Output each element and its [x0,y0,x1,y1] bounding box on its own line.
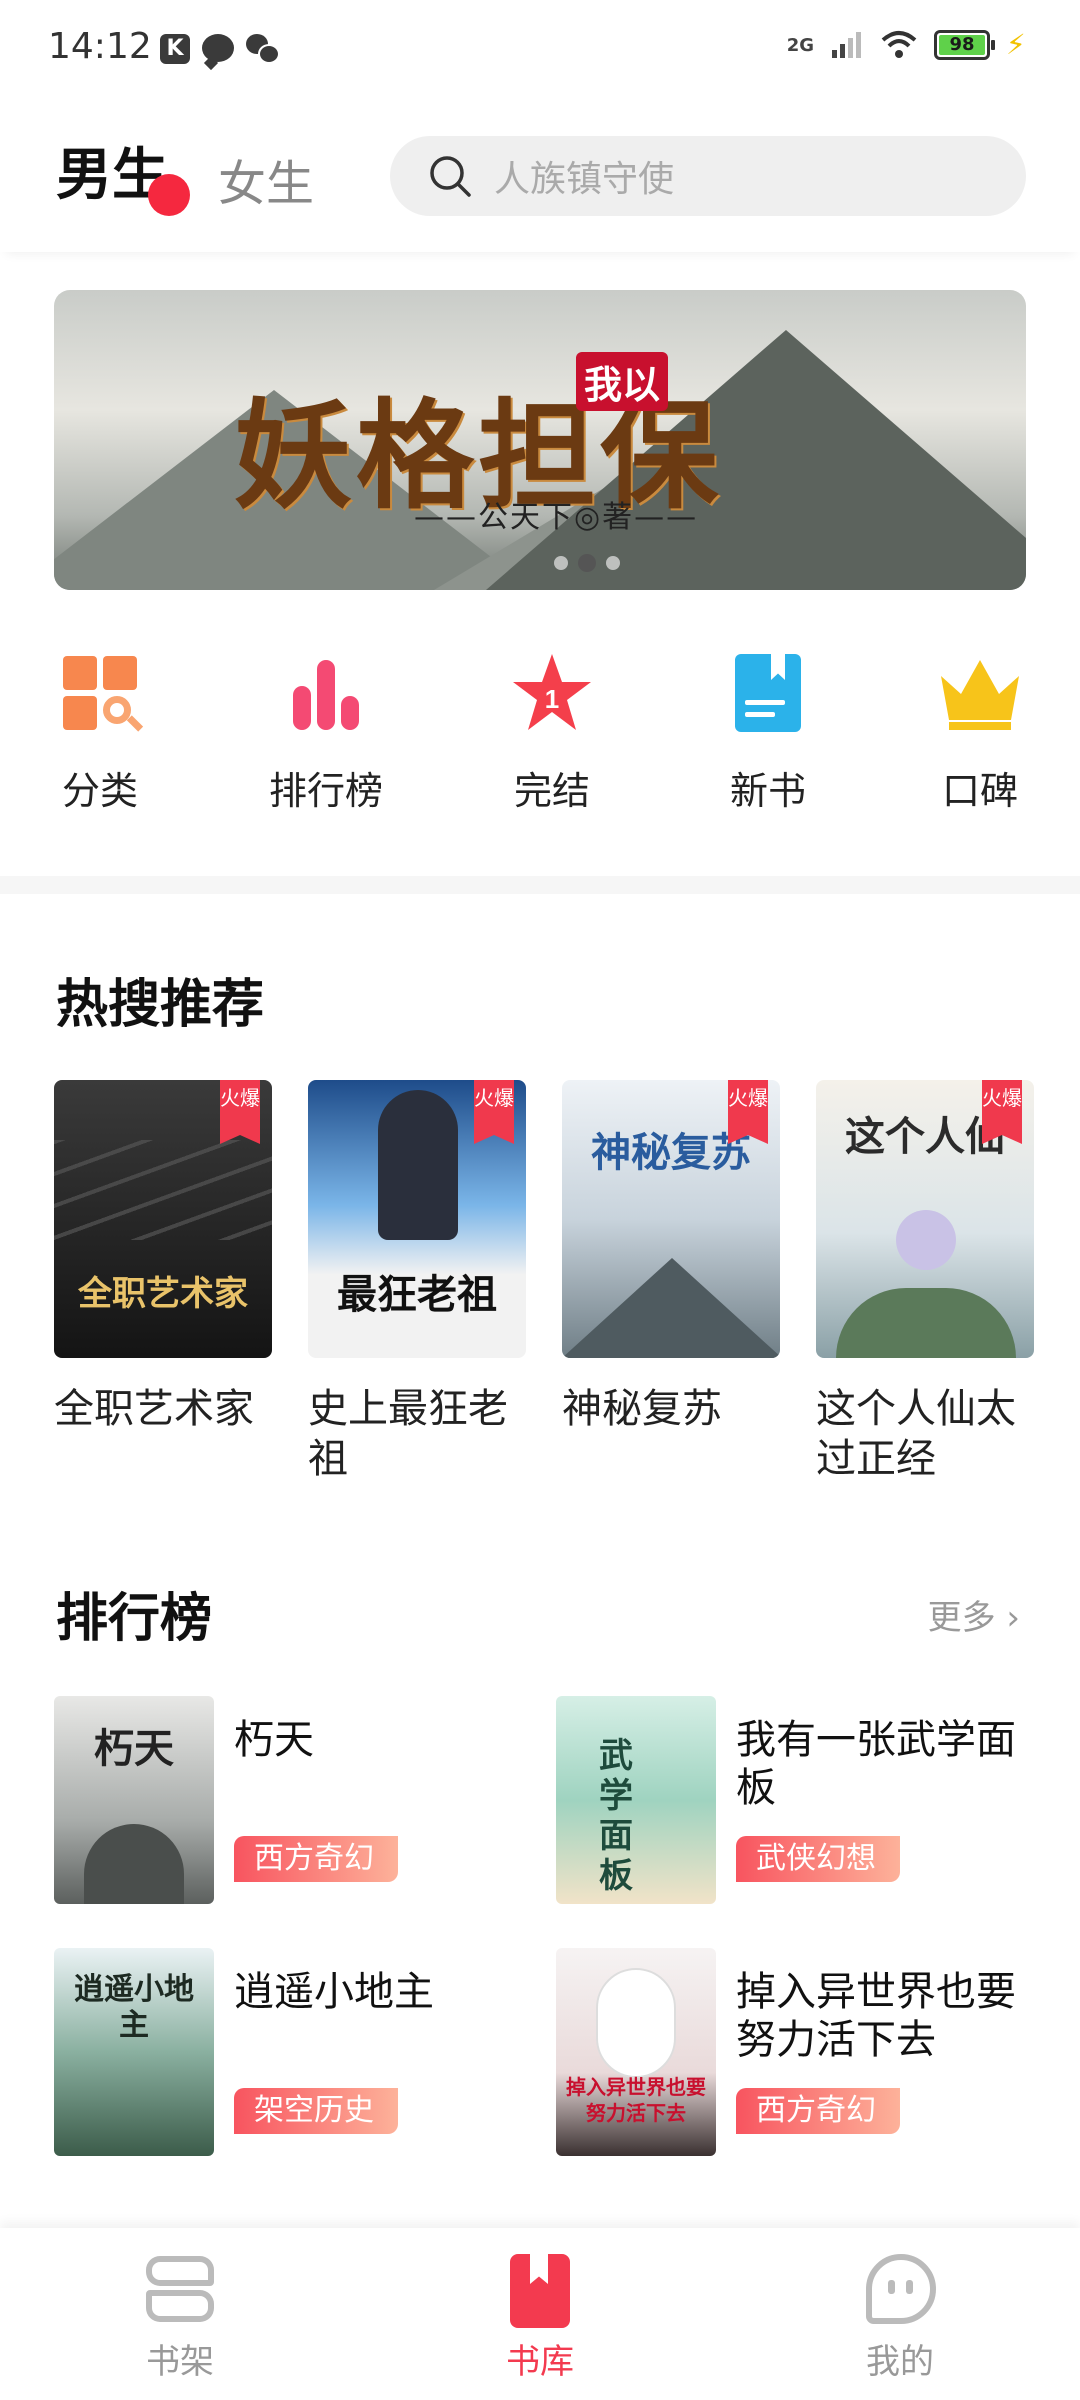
status-right: 2G 98 ⚡ [787,30,1032,60]
book-cover: 掉入异世界也要努力活下去 [556,1948,716,2156]
hot-badge: 火爆 [728,1080,768,1144]
hot-badge: 火爆 [220,1080,260,1144]
grid-search-icon [57,650,144,736]
book-title: 逍遥小地主 [234,1969,434,2015]
more-label: 更多 [927,1598,996,1638]
more-link[interactable]: 更多 › [928,1590,1020,1639]
book-cover: 神秘复苏 火爆 [562,1080,780,1358]
nav-profile[interactable]: 我的 [810,2250,990,2383]
category-finished[interactable]: 1 完结 [472,650,632,815]
category-new-books[interactable]: 新书 [688,650,848,815]
star-badge-icon: 1 [509,650,595,736]
book-cover: 逍遥小地主 [54,1948,214,2156]
library-book-icon [502,2250,578,2328]
signal-icon [832,32,861,58]
book-name: 这个人仙太过正经 [816,1386,1016,1482]
category-row: 分类 排行榜 1 完结 新书 口碑 [0,650,1080,830]
hot-book-card[interactable]: 全职艺术家 火爆 全职艺术家 [54,1080,272,1434]
section-divider [0,876,1080,894]
nav-bookshelf[interactable]: 书架 [90,2250,270,2383]
nav-library[interactable]: 书库 [450,2250,630,2383]
category-label: 完结 [513,769,590,813]
category-label: 新书 [729,769,806,813]
charging-icon: ⚡ [1006,28,1026,61]
category-label: 分类 [61,769,138,813]
book-name: 全职艺术家 [54,1386,254,1432]
nav-label: 我的 [866,2342,934,2382]
promo-banner[interactable]: 妖格担保 我以 ——公天下◎著—— [54,290,1026,590]
category-classify[interactable]: 分类 [20,650,180,815]
book-title: 我有一张武学面板 [736,1717,1016,1811]
book-name: 史上最狂老祖 [308,1386,508,1482]
nav-label: 书架 [146,2342,214,2382]
message-icon [202,34,234,62]
battery-level: 98 [939,35,985,55]
book-title: 掉入异世界也要努力活下去 [736,1969,1016,2063]
category-label: 口碑 [941,769,1018,813]
banner-author: ——公天下◎著—— [414,500,699,535]
category-ranking[interactable]: 排行榜 [246,650,406,815]
hot-book-card[interactable]: 最狂老祖 火爆 史上最狂老祖 [308,1080,526,1484]
search-icon [430,156,471,197]
ranking-title: 排行榜 [56,1589,213,1649]
nav-label: 书库 [506,2342,574,2382]
genre-tag: 西方奇幻 [234,1836,398,1882]
search-placeholder: 人族镇守使 [494,159,675,200]
book-title: 朽天 [234,1717,314,1763]
category-reputation[interactable]: 口碑 [900,650,1060,815]
banner-tag: 我以 [576,352,669,411]
genre-tag: 武侠幻想 [736,1836,900,1882]
rank-item[interactable]: 武学面板 我有一张武学面板 武侠幻想 [556,1696,1036,1906]
profile-face-icon [862,2250,938,2328]
rank-item[interactable]: 掉入异世界也要努力活下去 掉入异世界也要努力活下去 西方奇幻 [556,1948,1036,2158]
hot-book-card[interactable]: 这个人仙 火爆 这个人仙太过正经 [816,1080,1034,1484]
chevron-right-icon: › [1006,1598,1020,1638]
book-cover: 全职艺术家 火爆 [54,1080,272,1358]
status-time: 14:12 [48,26,152,67]
banner-pagination [554,554,620,572]
search-input[interactable]: 人族镇守使 [390,136,1026,216]
book-cover: 武学面板 [556,1696,716,1904]
rank-item[interactable]: 逍遥小地主 逍遥小地主 架空历史 [54,1948,534,2158]
tab-female[interactable]: 女生 [218,144,314,214]
hot-search-title: 热搜推荐 [56,975,265,1035]
active-tab-dot [148,174,190,216]
book-cover: 最狂老祖 火爆 [308,1080,526,1358]
notification-icons: K [160,34,280,64]
book-cover: 这个人仙 火爆 [816,1080,1034,1358]
bookshelf-icon [142,2250,218,2328]
bottom-nav: 书架 书库 我的 [0,2228,1080,2400]
k-app-icon: K [160,34,190,64]
category-label: 排行榜 [268,769,383,813]
status-bar: 14:12 K 2G 98 ⚡ [0,0,1080,100]
book-name: 神秘复苏 [562,1386,722,1432]
top-header: 男生 女生 人族镇守使 [0,100,1080,252]
hot-badge: 火爆 [982,1080,1022,1144]
genre-tag: 架空历史 [234,2088,398,2134]
book-icon [725,650,811,736]
wechat-icon [246,34,280,64]
crown-icon [937,650,1023,736]
svg-text:1: 1 [545,684,559,714]
hot-badge: 火爆 [474,1080,514,1144]
genre-tag: 西方奇幻 [736,2088,900,2134]
hot-book-card[interactable]: 神秘复苏 火爆 神秘复苏 [562,1080,780,1434]
battery-icon: 98 [934,30,995,60]
wifi-icon [881,31,917,58]
network-type: 2G [786,34,814,56]
bar-chart-icon [283,650,369,736]
rank-item[interactable]: 朽天 朽天 西方奇幻 [54,1696,534,1906]
book-cover: 朽天 [54,1696,214,1904]
